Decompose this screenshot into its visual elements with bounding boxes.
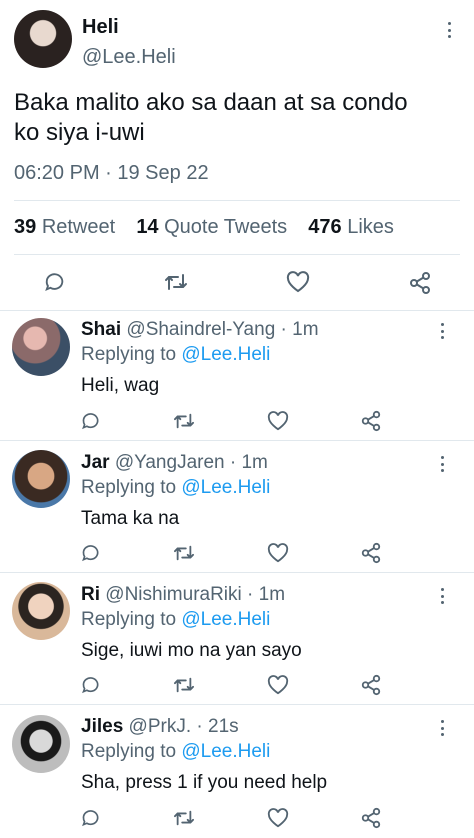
reply-text: Tama ka na	[81, 508, 180, 529]
likes-stat[interactable]: 476 Likes	[308, 216, 394, 238]
reply-header: Ri @NishimuraRiki · 1m	[81, 584, 285, 606]
more-options-icon[interactable]	[434, 454, 450, 474]
retweet-icon[interactable]	[173, 675, 195, 695]
reply-icon[interactable]	[44, 271, 66, 293]
share-icon[interactable]	[408, 271, 432, 295]
divider	[0, 572, 474, 573]
reply-name[interactable]: Jiles	[81, 716, 123, 737]
retweet-icon[interactable]	[173, 543, 195, 563]
quote-label: Quote Tweets	[164, 216, 288, 238]
divider	[14, 200, 460, 201]
retweet-stat[interactable]: 39 Retweet	[14, 216, 115, 238]
quote-count: 14	[136, 216, 159, 238]
divider	[14, 254, 460, 255]
retweet-count: 39	[14, 216, 37, 238]
author-avatar[interactable]	[14, 10, 72, 68]
replying-to-handle[interactable]: @Lee.Heli	[181, 741, 270, 762]
more-options-icon[interactable]	[434, 586, 450, 606]
like-icon[interactable]	[267, 543, 289, 563]
author-handle[interactable]: @Lee.Heli	[82, 46, 176, 69]
tweet-text: Baka malito ako sa daan at sa condo ko s…	[14, 88, 408, 148]
reply-name[interactable]: Shai	[81, 319, 121, 340]
tweet-text-line-1: Baka malito ako sa daan at sa condo	[14, 89, 408, 116]
reply-time: · 21s	[196, 716, 239, 737]
replying-to-handle[interactable]: @Lee.Heli	[181, 477, 270, 498]
replying-to-label: Replying to	[81, 344, 177, 365]
like-icon[interactable]	[267, 808, 289, 828]
more-options-icon[interactable]	[434, 321, 450, 341]
divider	[0, 310, 474, 311]
reply-name[interactable]: Jar	[81, 452, 110, 473]
replying-to-label: Replying to	[81, 741, 177, 762]
likes-label: Likes	[347, 216, 394, 238]
replying-to: Replying to @Lee.Heli	[81, 609, 270, 631]
reply-icon[interactable]	[81, 675, 101, 695]
reply-header: Jar @YangJaren · 1m	[81, 452, 268, 474]
reply-name[interactable]: Ri	[81, 584, 100, 605]
retweet-label: Retweet	[41, 216, 116, 238]
replying-to: Replying to @Lee.Heli	[81, 741, 270, 763]
reply-avatar[interactable]	[12, 318, 70, 376]
tweet-timestamp[interactable]: 06:20 PM · 19 Sep 22	[14, 162, 209, 185]
divider	[0, 440, 474, 441]
share-icon[interactable]	[360, 542, 382, 564]
retweet-icon[interactable]	[173, 808, 195, 828]
reply-time: · 1m	[280, 319, 319, 340]
share-icon[interactable]	[360, 410, 382, 432]
replying-to-label: Replying to	[81, 477, 177, 498]
reply-text: Sha, press 1 if you need help	[81, 772, 328, 793]
reply-avatar[interactable]	[12, 582, 70, 640]
replying-to-label: Replying to	[81, 609, 177, 630]
reply-icon[interactable]	[81, 411, 101, 431]
replying-to-handle[interactable]: @Lee.Heli	[181, 609, 270, 630]
reply-text: Sige, iuwi mo na yan sayo	[81, 640, 302, 661]
author-name[interactable]: Heli	[82, 16, 119, 39]
reply-header: Jiles @PrkJ. · 21s	[81, 716, 239, 738]
reply-avatar[interactable]	[12, 450, 70, 508]
reply-time: · 1m	[229, 452, 268, 473]
reply-handle[interactable]: @Shaindrel-Yang	[126, 319, 275, 340]
like-icon[interactable]	[267, 411, 289, 431]
like-icon[interactable]	[267, 675, 289, 695]
share-icon[interactable]	[360, 674, 382, 696]
likes-count: 476	[308, 216, 342, 238]
retweet-icon[interactable]	[164, 271, 188, 293]
quote-stat[interactable]: 14 Quote Tweets	[136, 216, 287, 238]
replying-to: Replying to @Lee.Heli	[81, 344, 270, 366]
reply-handle[interactable]: @YangJaren	[115, 452, 225, 473]
reply-handle[interactable]: @PrkJ.	[129, 716, 192, 737]
like-icon[interactable]	[286, 271, 310, 293]
share-icon[interactable]	[360, 807, 382, 829]
retweet-icon[interactable]	[173, 411, 195, 431]
reply-avatar[interactable]	[12, 715, 70, 773]
tweet-text-line-2: ko siya i-uwi	[14, 119, 145, 146]
reply-time: · 1m	[247, 584, 286, 605]
replying-to: Replying to @Lee.Heli	[81, 477, 270, 499]
tweet-stats: 39 Retweet 14 Quote Tweets 476 Likes	[14, 216, 394, 239]
more-options-icon[interactable]	[434, 718, 450, 738]
more-options-icon[interactable]	[441, 20, 457, 40]
reply-icon[interactable]	[81, 543, 101, 563]
reply-header: Shai @Shaindrel-Yang · 1m	[81, 319, 319, 341]
replying-to-handle[interactable]: @Lee.Heli	[181, 344, 270, 365]
reply-text: Heli, wag	[81, 375, 160, 396]
divider	[0, 704, 474, 705]
reply-handle[interactable]: @NishimuraRiki	[105, 584, 241, 605]
reply-icon[interactable]	[81, 808, 101, 828]
